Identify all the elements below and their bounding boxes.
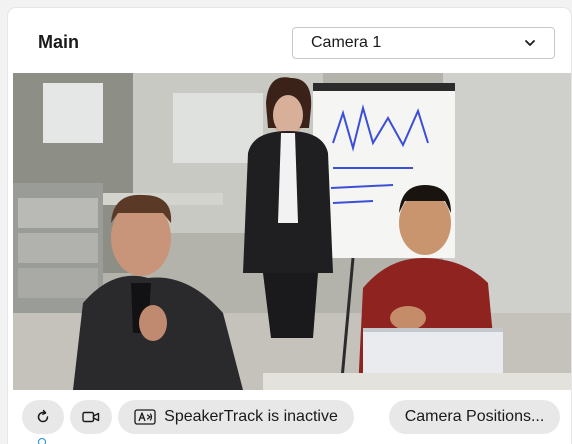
refresh-icon bbox=[37, 409, 49, 423]
camera-panel: Main Camera 1 SpeakerTrack is inactive C… bbox=[8, 8, 571, 444]
camera-controls-bar: SpeakerTrack is inactive Camera Position… bbox=[8, 390, 571, 444]
focus-indicator-icon bbox=[38, 438, 46, 444]
panel-title: Main bbox=[38, 32, 80, 52]
speakertrack-button[interactable]: SpeakerTrack is inactive bbox=[118, 400, 354, 434]
camera-select-value: Camera 1 bbox=[311, 34, 382, 51]
camera-select[interactable]: Camera 1 bbox=[292, 27, 555, 59]
video-camera-icon bbox=[82, 411, 100, 423]
speakertrack-status-label: SpeakerTrack is inactive bbox=[164, 408, 338, 425]
camera-positions-label: Camera Positions... bbox=[404, 408, 545, 425]
camera-positions-button[interactable]: Camera Positions... bbox=[389, 400, 560, 434]
chevron-down-icon bbox=[525, 40, 535, 46]
speakertrack-icon bbox=[134, 409, 156, 425]
camera-video-feed[interactable] bbox=[13, 73, 571, 390]
video-camera-button[interactable] bbox=[70, 400, 112, 434]
video-frame-illustration bbox=[13, 73, 571, 390]
refresh-button[interactable] bbox=[22, 400, 64, 434]
